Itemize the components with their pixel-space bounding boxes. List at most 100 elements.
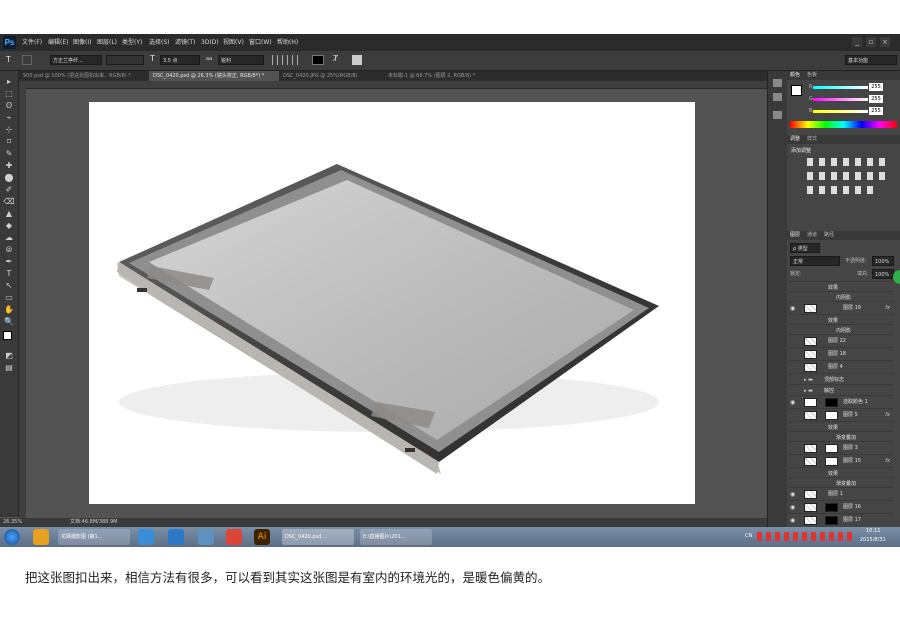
minimize-icon[interactable]: _ <box>852 37 862 47</box>
healing-tool-icon[interactable]: ✎ <box>3 149 15 159</box>
r-slider[interactable] <box>813 86 868 89</box>
taskbar-explorer[interactable]: E:\直播图片\201... <box>360 529 432 545</box>
tab-channels[interactable]: 通道 <box>807 231 817 239</box>
menu-3d[interactable]: 3D(D) <box>201 34 219 51</box>
menu-image[interactable]: 图像(I) <box>73 34 91 51</box>
foreground-color-swatch[interactable] <box>3 331 12 340</box>
clock-date[interactable]: 2015/8/31 <box>860 537 886 543</box>
layer-row[interactable]: ◉ 图层 16 <box>788 500 894 513</box>
history-icon[interactable] <box>773 79 782 87</box>
layer-row[interactable]: ◉ 图层 17 <box>788 513 894 525</box>
dodge-tool-icon[interactable]: ☁ <box>3 233 15 243</box>
actions-icon[interactable] <box>773 93 782 101</box>
quick-select-tool-icon[interactable]: ⌁ <box>3 113 15 123</box>
blur-tool-icon[interactable]: ◆ <box>3 221 15 231</box>
adjustment-icons-row-2[interactable] <box>807 172 887 180</box>
menu-filter[interactable]: 滤镜(T) <box>175 34 195 51</box>
layer-row[interactable]: 图层 15 fx <box>788 454 894 467</box>
brush-tool-icon[interactable]: ✚ <box>3 161 15 171</box>
adjustment-icons-row-1[interactable] <box>807 158 887 166</box>
g-value[interactable]: 255 <box>869 95 883 103</box>
clock-time[interactable]: 10:11 <box>866 528 880 534</box>
workspace-select[interactable]: 基本功能 <box>845 55 897 65</box>
blend-mode-select[interactable]: 正常 <box>790 256 840 266</box>
layer-row[interactable]: 图层 5 fx <box>788 408 894 421</box>
r-value[interactable]: 255 <box>869 83 883 91</box>
taskbar-photo-viewer[interactable]: 花驿摄影图 (第1... <box>58 529 130 545</box>
quick-mask-icon[interactable]: ◩ <box>3 351 15 361</box>
layer-row[interactable]: 图层 3 <box>788 441 894 454</box>
menu-window[interactable]: 窗口(W) <box>249 34 272 51</box>
color-spectrum[interactable] <box>790 121 897 128</box>
menu-file[interactable]: 文件(F) <box>22 34 42 51</box>
tab-dsc0420-psd[interactable]: DSC_0420.psd @ 26.3% (镜头校正, RGB/8*) * <box>149 71 279 81</box>
menu-layer[interactable]: 图层(L) <box>97 34 117 51</box>
zoom-tool-icon[interactable]: 🔍 <box>3 317 15 327</box>
history-brush-tool-icon[interactable]: ✐ <box>3 185 15 195</box>
tab-color[interactable]: 颜色 <box>790 71 800 79</box>
font-style-select[interactable] <box>106 55 144 65</box>
document-canvas[interactable] <box>89 102 695 504</box>
restore-icon[interactable]: ▫ <box>866 37 876 47</box>
menu-help[interactable]: 帮助(H) <box>277 34 298 51</box>
font-family-select[interactable]: 方正兰亭纤... <box>50 55 102 65</box>
system-tray-icons[interactable] <box>757 532 852 541</box>
g-slider[interactable] <box>813 98 868 101</box>
taskbar-photoshop[interactable]: DSC_0420.psd ... <box>282 529 354 545</box>
close-icon[interactable]: × <box>880 37 890 47</box>
marquee-tool-icon[interactable]: ⬚ <box>3 89 15 99</box>
layer-row[interactable]: 图层 18 <box>788 347 894 360</box>
b-value[interactable]: 255 <box>869 107 883 115</box>
crop-tool-icon[interactable]: ⊹ <box>3 125 15 135</box>
hand-tool-icon[interactable]: ✋ <box>3 305 15 315</box>
layer-row[interactable]: ◉ 图层 19 fx <box>788 301 894 314</box>
stamp-tool-icon[interactable]: ⬤ <box>3 173 15 183</box>
menu-select[interactable]: 选择(S) <box>149 34 170 51</box>
app-icon-2[interactable] <box>138 529 154 545</box>
lasso-tool-icon[interactable]: ʘ <box>3 101 15 111</box>
tab-layers[interactable]: 图层 <box>790 231 800 239</box>
sponge-tool-icon[interactable]: ⦾ <box>3 245 15 255</box>
layer-row[interactable]: ◉ 图层 1 <box>788 487 894 500</box>
align-buttons[interactable] <box>272 55 302 65</box>
eraser-tool-icon[interactable]: ⌫ <box>3 197 15 207</box>
antialias-select[interactable]: 锐利 <box>218 55 264 65</box>
language-indicator[interactable]: CN <box>745 533 752 539</box>
fill-field[interactable]: 100% <box>872 269 894 279</box>
character-icon[interactable] <box>773 111 782 119</box>
b-slider[interactable] <box>813 110 868 113</box>
layer-row[interactable]: ◉ 选取颜色 1 <box>788 395 894 408</box>
tab-swatches[interactable]: 色板 <box>807 71 817 79</box>
illustrator-icon[interactable]: Ai <box>254 529 270 545</box>
menu-edit[interactable]: 编辑(E) <box>48 34 68 51</box>
warp-text-icon[interactable]: Ⱦ <box>333 54 338 63</box>
menu-view[interactable]: 视图(V) <box>223 34 244 51</box>
gradient-tool-icon[interactable]: ▲ <box>3 209 15 219</box>
adjustment-icons-row-3[interactable] <box>807 186 877 194</box>
eyedropper-tool-icon[interactable]: ⌑ <box>3 137 15 147</box>
orientation-icon[interactable] <box>22 55 32 65</box>
pen-tool-icon[interactable]: ✒ <box>3 257 15 267</box>
start-button-icon[interactable] <box>4 529 20 545</box>
screen-mode-icon[interactable]: ▤ <box>3 363 15 373</box>
tab-paths[interactable]: 路径 <box>824 231 834 239</box>
menu-type[interactable]: 类型(Y) <box>122 34 142 51</box>
tab-900-psd[interactable]: 900.psd @ 100% (把这张图扣出来，RGB/8) * <box>19 71 149 81</box>
layer-row[interactable]: 图层 22 <box>788 334 894 347</box>
type-tool-icon[interactable]: T <box>6 55 11 64</box>
zoom-level[interactable]: 26.35% <box>3 518 22 527</box>
app-icon-3[interactable] <box>168 529 184 545</box>
tab-adjustments[interactable]: 调整 <box>790 135 800 143</box>
move-tool-icon[interactable]: ▸ <box>3 77 15 87</box>
text-color-swatch[interactable] <box>312 55 324 65</box>
rectangle-tool-icon[interactable]: ▭ <box>3 293 15 303</box>
chrome-icon[interactable] <box>226 529 242 545</box>
type-tool-icon[interactable]: T <box>3 269 15 279</box>
app-icon-4[interactable] <box>198 529 214 545</box>
layer-row[interactable]: 图层 4 <box>788 360 894 373</box>
app-icon-1[interactable] <box>33 529 49 545</box>
font-size-select[interactable]: 3.5 点 <box>160 55 200 65</box>
layer-filter-select[interactable]: ρ 类型 <box>790 243 820 253</box>
tab-untitled-1[interactable]: 未标题-1 @ 66.7% (图层 2, RGB/8) * <box>384 71 514 81</box>
opacity-field[interactable]: 100% <box>872 256 894 266</box>
